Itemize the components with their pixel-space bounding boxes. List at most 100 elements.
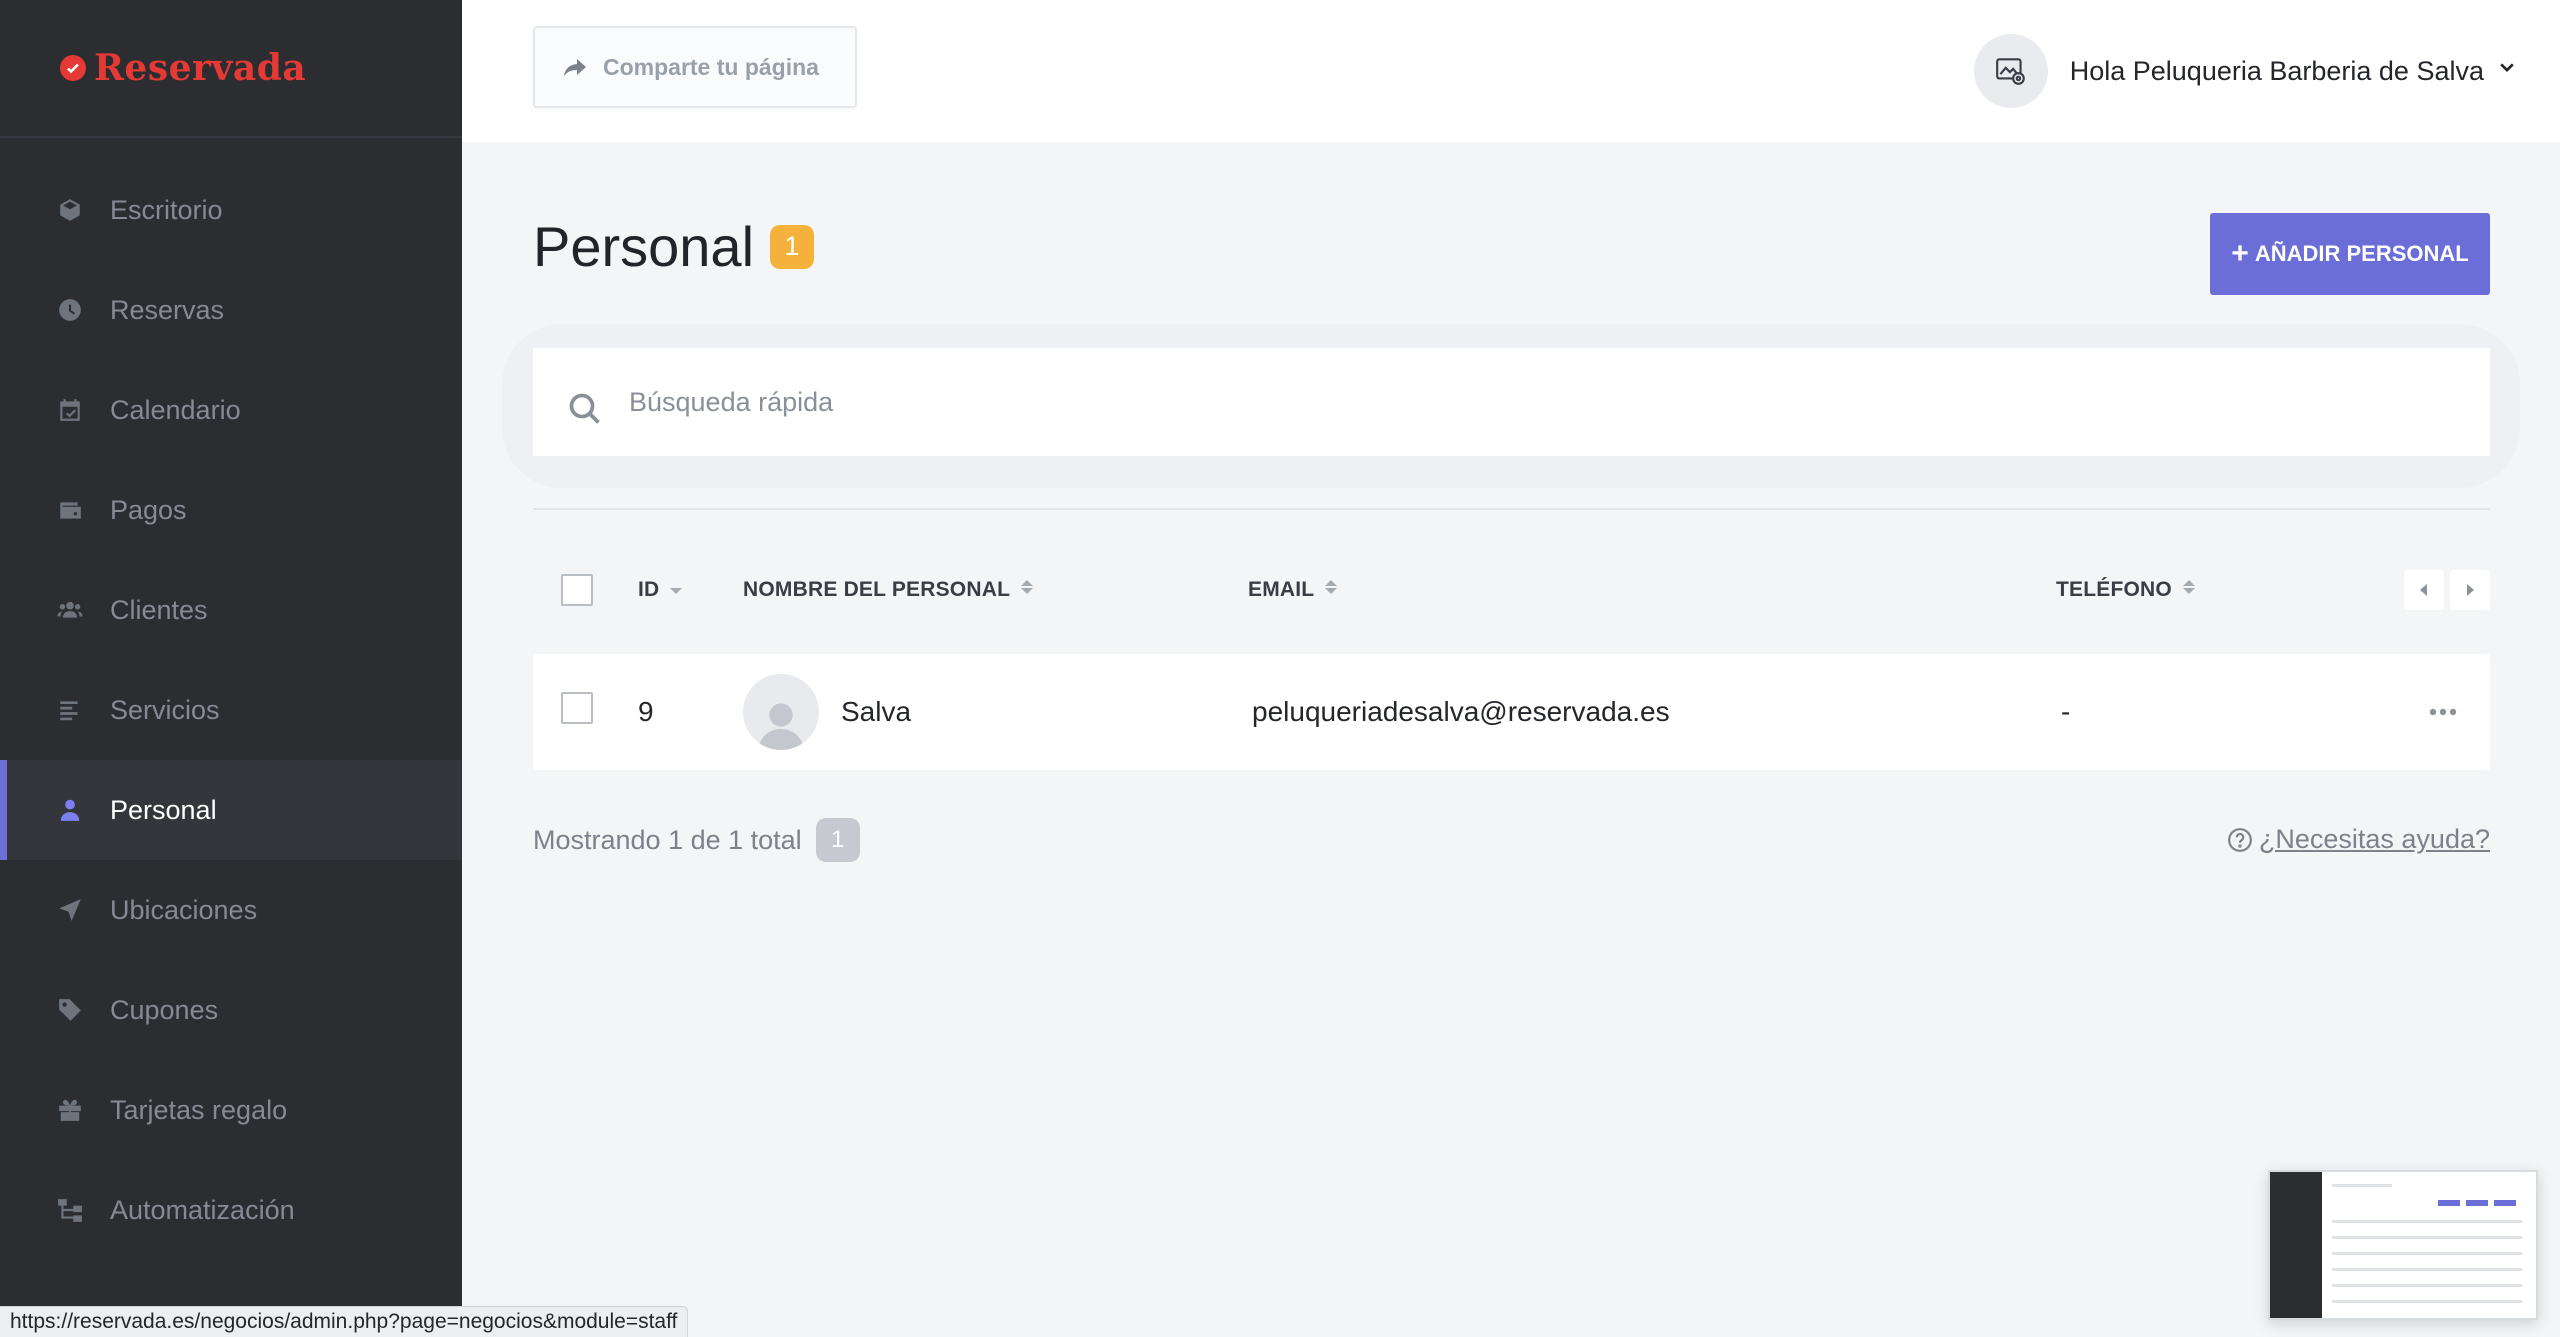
- sidebar-item-personal[interactable]: Personal: [0, 760, 462, 860]
- thumbnail-line: [2332, 1284, 2522, 1287]
- select-all-checkbox[interactable]: [561, 574, 593, 606]
- staff-email: peluqueriadesalva@reservada.es: [1252, 696, 1670, 727]
- thumbnail-line: [2332, 1252, 2522, 1255]
- thumbnail-sidebar: [2270, 1172, 2322, 1318]
- sidebar-item-clientes[interactable]: Clientes: [0, 560, 462, 660]
- column-header-label: ID: [638, 578, 660, 601]
- table-header: ID NOMBRE DEL PERSONAL EMAIL TELÉFONO: [533, 562, 2490, 618]
- sitemap-icon: [56, 1196, 84, 1224]
- chevron-down-icon[interactable]: [2498, 60, 2516, 83]
- avatar: [743, 674, 819, 750]
- sidebar-item-escritorio[interactable]: Escritorio: [0, 160, 462, 260]
- caret-left-icon: [2420, 584, 2427, 596]
- share-page-button[interactable]: Comparte tu página: [533, 26, 857, 108]
- user-menu[interactable]: Hola Peluqueria Barberia de Salva: [1973, 34, 2516, 108]
- thumbnail-line: [2332, 1184, 2392, 1187]
- sidebar-item-label: Cupones: [110, 994, 219, 1025]
- business-avatar: [1973, 34, 2048, 108]
- sort-icon: [1010, 578, 1034, 602]
- column-header-name[interactable]: NOMBRE DEL PERSONAL: [743, 578, 1034, 602]
- image-settings-icon: [1995, 58, 2025, 85]
- row-checkbox[interactable]: [561, 692, 593, 724]
- sidebar-item-label: Pagos: [110, 494, 187, 525]
- sidebar-item-label: Personal: [110, 794, 217, 825]
- sidebar-item-reservas[interactable]: Reservas: [0, 260, 462, 360]
- sidebar-nav: Escritorio Reservas Calendario Pagos Cli…: [0, 160, 462, 1260]
- plus-icon: +: [2231, 237, 2249, 270]
- sidebar-item-tarjetas-regalo[interactable]: Tarjetas regalo: [0, 1060, 462, 1160]
- user-placeholder-icon: [758, 703, 804, 750]
- search-input[interactable]: [629, 386, 2329, 418]
- showing-text: Mostrando 1 de 1 total: [533, 824, 802, 855]
- sort-desc-icon: [659, 578, 683, 602]
- sidebar-item-label: Ubicaciones: [110, 894, 258, 925]
- thumbnail-line: [2332, 1236, 2522, 1239]
- thumbnail-line: [2332, 1220, 2522, 1223]
- staff-count-badge: 1: [770, 224, 815, 269]
- sidebar-item-label: Calendario: [110, 394, 241, 425]
- sidebar-item-pagos[interactable]: Pagos: [0, 460, 462, 560]
- clock-icon: [56, 296, 84, 324]
- thumbnail-button: [2466, 1200, 2488, 1206]
- scroll-right-button[interactable]: [2450, 570, 2490, 610]
- location-arrow-icon: [56, 896, 84, 924]
- thumbnail-line: [2332, 1300, 2522, 1303]
- more-options-icon[interactable]: [2429, 654, 2457, 770]
- users-icon: [56, 596, 84, 624]
- brand-name: Reservada: [94, 47, 307, 89]
- staff-id: 9: [638, 696, 654, 727]
- search-box[interactable]: [533, 348, 2490, 456]
- sort-icon: [2172, 578, 2196, 602]
- link-status-bar: https://reservada.es/negocios/admin.php?…: [0, 1306, 689, 1337]
- caret-right-icon: [2467, 584, 2474, 596]
- help-link[interactable]: ¿Necesitas ayuda?: [2227, 824, 2490, 855]
- column-header-id[interactable]: ID: [638, 578, 683, 602]
- divider: [533, 508, 2490, 510]
- list-icon: [56, 696, 84, 724]
- wallet-icon: [56, 496, 84, 524]
- sidebar-item-calendario[interactable]: Calendario: [0, 360, 462, 460]
- add-staff-label: AÑADIR PERSONAL: [2254, 241, 2469, 266]
- tag-icon: [56, 996, 84, 1024]
- sidebar-item-label: Reservas: [110, 294, 225, 325]
- page-title: Personal 1: [533, 214, 815, 279]
- help-link-label: ¿Necesitas ayuda?: [2258, 824, 2490, 854]
- page-title-text: Personal: [533, 215, 755, 278]
- column-pager: [2398, 570, 2490, 610]
- check-circle-icon: [60, 55, 86, 81]
- share-arrow-icon: [564, 59, 586, 76]
- dashboard-cube-icon: [56, 196, 84, 224]
- column-header-label: EMAIL: [1248, 578, 1315, 601]
- user-greeting: Hola Peluqueria Barberia de Salva: [2069, 55, 2484, 86]
- column-header-email[interactable]: EMAIL: [1248, 578, 1338, 602]
- add-staff-button[interactable]: + AÑADIR PERSONAL: [2210, 213, 2490, 295]
- column-header-phone[interactable]: TELÉFONO: [2056, 578, 2196, 602]
- sidebar-item-automatizacion[interactable]: Automatización: [0, 1160, 462, 1260]
- main-content: Personal 1 + AÑADIR PERSONAL ID NOMBRE D…: [462, 142, 2560, 1337]
- staff-phone: -: [2061, 696, 2071, 727]
- brand-logo[interactable]: Reservada: [0, 0, 462, 138]
- page-preview-thumbnail[interactable]: [2268, 1170, 2538, 1320]
- share-page-label: Comparte tu página: [603, 53, 819, 80]
- staff-name-cell: Salva: [743, 654, 911, 770]
- sidebar-item-servicios[interactable]: Servicios: [0, 660, 462, 760]
- gift-icon: [56, 1096, 84, 1124]
- total-badge: 1: [815, 818, 860, 862]
- column-header-label: NOMBRE DEL PERSONAL: [743, 578, 1011, 601]
- sidebar: Reservada Escritorio Reservas Calendario…: [0, 0, 462, 1337]
- table-row[interactable]: 9 Salva peluqueriadesalva@reservada.es -: [533, 654, 2490, 770]
- sidebar-item-label: Tarjetas regalo: [110, 1094, 288, 1125]
- thumbnail-button: [2438, 1200, 2460, 1206]
- staff-name: Salva: [841, 696, 912, 727]
- user-icon: [56, 796, 84, 824]
- sidebar-item-cupones[interactable]: Cupones: [0, 960, 462, 1060]
- sidebar-item-label: Automatización: [110, 1194, 295, 1225]
- question-circle-icon: [2227, 827, 2252, 852]
- thumbnail-line: [2332, 1268, 2522, 1271]
- sidebar-item-label: Clientes: [110, 594, 208, 625]
- sort-icon: [1314, 578, 1338, 602]
- sidebar-item-label: Escritorio: [110, 194, 223, 225]
- sidebar-item-ubicaciones[interactable]: Ubicaciones: [0, 860, 462, 960]
- top-header: Comparte tu página Hola Peluqueria Barbe…: [462, 0, 2560, 142]
- scroll-left-button[interactable]: [2404, 570, 2444, 610]
